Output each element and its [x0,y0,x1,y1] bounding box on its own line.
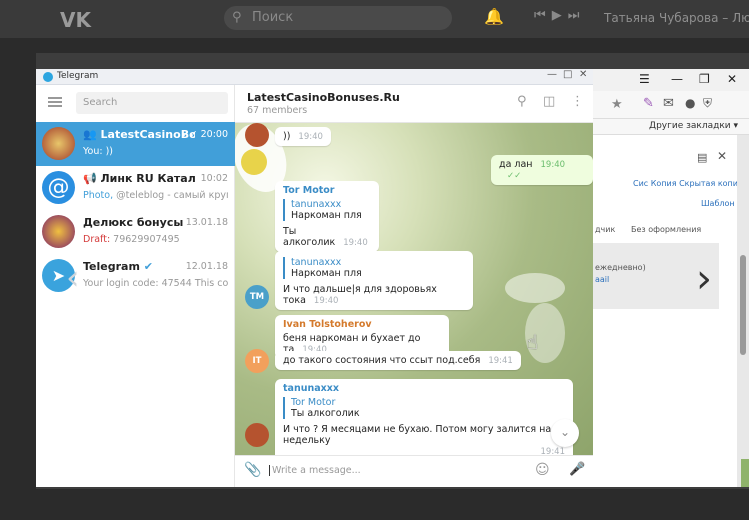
reply-quote: Tor Motor Ты алкоголик [283,397,565,419]
emoji-icon[interactable]: ☺ [535,462,550,478]
avatar [42,215,75,248]
restore-icon[interactable]: ❐ [699,72,710,86]
desktop-edge [741,459,749,487]
dialog-time: 13.01.18 [185,217,228,228]
message-bubble: Tor Motor tanunaxxx Наркоман пля Ты алког… [275,181,379,252]
dialog-name: 👥 LatestCasinoBonu... [83,128,195,141]
dialog-time: ✓✓ 20:00 [181,129,228,140]
scroll-down-button[interactable]: ⌄ [551,419,579,447]
close-compose-icon[interactable]: ✕ [717,149,727,163]
pen-icon[interactable]: ✎ [643,96,654,111]
message-bubble: до такого состояния что ссыт под.себя 19:… [275,351,521,370]
dialog-name: 📢 Линк RU Каталог Кан... [83,172,195,185]
browser-content: ▤ ✕ Сис Копия Скрытая копия Шаблон дчик … [593,135,743,487]
chat-messages[interactable]: )) 19:40 да лан 19:40 ✓✓ Tor Motor tanunax… [235,123,593,455]
wallpaper-flower-center [241,149,267,175]
dialog-latestcasinobonuses[interactable]: 👥 LatestCasinoBonu... ✓✓ 20:00 You: )) [36,122,235,166]
telegram-logo-icon [43,72,53,82]
verified-icon: ✔ [143,260,153,273]
vk-search-input[interactable]: ⚲ Поиск [224,6,452,30]
dialog-preview: You: )) [83,146,114,157]
dialog-name: Telegram ✔ [83,260,153,273]
dialog-preview: Draft: 79629907495 [83,234,180,245]
dialog-preview: Photo, @teleblog - самый крупн... [83,190,228,201]
menu-icon[interactable]: ☰ [639,72,650,86]
tab-label-2[interactable]: Без оформления [631,225,701,234]
preview-line-1: ежедневно) [595,263,646,272]
scrollbar-thumb[interactable] [740,255,746,355]
more-icon[interactable]: ⋮ [571,94,584,109]
minimize-icon[interactable]: — [547,69,557,80]
bell-icon[interactable]: 🔔 [484,7,504,26]
shield-icon[interactable]: ⛨ [703,96,712,111]
next-arrow-icon[interactable]: › [696,256,712,302]
vk-search-placeholder: Поиск [252,10,294,25]
message-bubble: )) 19:40 [275,127,331,146]
message-input[interactable]: Write a message... [269,465,361,476]
hand-cursor-icon: ☝ [526,330,539,354]
vk-logo[interactable]: VK [60,8,91,32]
maximize-icon[interactable]: □ [563,69,572,80]
dialog-time: 10:02 [200,173,228,184]
close-icon[interactable]: ✕ [579,69,587,80]
vk-header: VK ⚲ Поиск 🔔 ⏮▶⏭ Татьяна Чубарова – Лю [0,0,749,38]
message-bubble: tanunaxxx Tor Motor Ты алкоголик И что ? … [275,379,573,455]
star-icon[interactable]: ★ [611,97,623,112]
message-bubble-outgoing: да лан 19:40 ✓✓ [491,155,593,185]
minimize-icon[interactable]: — [671,72,683,86]
search-icon: ⚲ [232,10,242,25]
message-composer: 📎 Write a message... ☺ 🎤 [235,455,593,487]
reply-quote: tanunaxxx Наркоман пля [283,199,371,221]
browser-titlebar: ☰ — ❐ ✕ [593,69,749,91]
reply-quote: tanunaxxx Наркоман пля [283,257,465,279]
at-sign-avatar: @ [42,171,75,204]
message-bubble: tanunaxxx Наркоман пля И что дальше|я для… [275,251,473,310]
message-avatar[interactable] [245,423,269,447]
microphone-icon[interactable]: 🎤 [569,462,585,477]
close-icon[interactable]: ✕ [727,72,737,86]
message-avatar[interactable]: IT [245,349,269,373]
tab-label-1[interactable]: дчик [595,225,615,234]
message-avatar[interactable]: TM [245,285,269,309]
dialog-time: 12.01.18 [185,261,228,272]
dialog-deluxe-bonuses[interactable]: Делюкс бонусы 13.01.18 Draft: 7962990749… [36,210,235,254]
dialogs-search-input[interactable]: Search [76,92,228,114]
telegram-window: Telegram — □ ✕ Search 👥 LatestCasinoBonu… [36,69,593,487]
chat-members: 67 members [247,105,308,116]
previous-arrow-icon[interactable]: ‹ [66,258,80,298]
search-icon[interactable]: ⚲ [517,94,527,109]
chat-header: LatestCasinoBonuses.Ru 67 members ⚲ ◫ ⋮ [235,85,593,123]
preview-line-2: аail [595,275,610,284]
chat-panel: LatestCasinoBonuses.Ru 67 members ⚲ ◫ ⋮ … [235,85,593,487]
audio-player-controls[interactable]: ⏮▶⏭ [534,8,585,23]
attach-icon[interactable]: 📎 [244,462,261,478]
dialog-preview: Your login code: 47544 This code ... [83,278,228,289]
message-avatar[interactable] [245,123,269,147]
hamburger-menu-icon[interactable] [48,97,62,107]
wallpaper-petal [505,273,565,303]
bookmarks-bar: Другие закладки ▾ [593,119,749,135]
sidebar-toggle-icon[interactable]: ◫ [543,94,555,109]
attach-icon[interactable]: ▤ [697,151,707,164]
dialog-name: Делюкс бонусы [83,216,184,229]
telegram-titlebar: Telegram — □ ✕ [36,69,593,85]
browser-window: ☰ — ❐ ✕ ★ ✎ ✉ ● ⛨ Другие закладки ▾ ▤ ✕ … [592,69,749,487]
browser-toolbar: ★ ✎ ✉ ● ⛨ [593,91,749,119]
dialog-link-ru-catalog[interactable]: @ 📢 Линк RU Каталог Кан... 10:02 Photo, … [36,166,235,210]
read-check-icon: ✓✓ [507,171,522,181]
vk-user-name[interactable]: Татьяна Чубарова – Лю [604,11,749,25]
browser-scrollbar[interactable] [737,135,749,487]
avatar [42,127,75,160]
template-link[interactable]: Шаблон [701,199,735,208]
chat-title[interactable]: LatestCasinoBonuses.Ru [247,91,400,104]
cc-bcc-links[interactable]: Сис Копия Скрытая копия [633,179,743,188]
extension-icon[interactable]: ● [685,96,695,110]
other-bookmarks[interactable]: Другие закладки [649,121,731,131]
window-title: Telegram [57,71,99,81]
mail-icon[interactable]: ✉ [663,96,674,111]
